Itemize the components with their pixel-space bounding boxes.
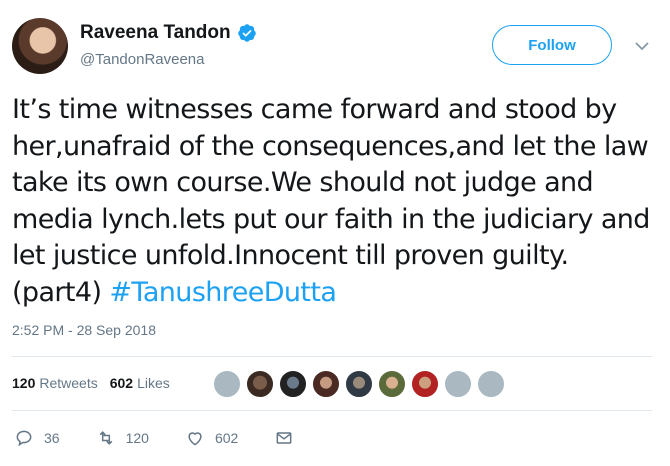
direct-message-button[interactable] — [274, 428, 304, 448]
verified-badge-icon — [237, 24, 256, 42]
user-name-row: Raveena Tandon — [80, 22, 257, 44]
avatar[interactable] — [12, 18, 68, 74]
liker-avatar[interactable] — [377, 369, 407, 399]
display-name[interactable]: Raveena Tandon — [80, 22, 231, 44]
tweet-actions: 36 120 602 — [14, 428, 340, 448]
tweet-stats: 120 Retweets 602 Likes — [12, 375, 182, 391]
like-button[interactable]: 602 — [185, 428, 238, 448]
chevron-down-icon[interactable] — [634, 38, 650, 54]
user-handle[interactable]: @TandonRaveena — [80, 51, 204, 68]
liker-avatar[interactable] — [344, 369, 374, 399]
likes-stat[interactable]: 602 Likes — [110, 375, 170, 391]
liker-avatar[interactable] — [443, 369, 473, 399]
retweet-icon — [99, 431, 112, 445]
tweet-text: It’s time witnesses came forward and sto… — [12, 92, 652, 311]
divider — [12, 356, 652, 357]
follow-button[interactable]: Follow — [492, 25, 612, 65]
liker-avatars — [212, 369, 509, 399]
retweets-stat[interactable]: 120 Retweets — [12, 375, 98, 391]
liker-avatar[interactable] — [212, 369, 242, 399]
reply-button[interactable]: 36 — [14, 428, 60, 448]
tweet-body: It’s time witnesses came forward and sto… — [12, 94, 650, 308]
likes-count: 602 — [109, 375, 134, 391]
retweets-count: 120 — [12, 375, 36, 391]
liker-avatar[interactable] — [278, 369, 308, 399]
divider — [12, 410, 652, 411]
message-icon — [276, 432, 292, 444]
tweet-timestamp[interactable]: 2:52 PM - 28 Sep 2018 — [12, 322, 156, 338]
retweets-label: Retweets — [39, 375, 98, 391]
retweet-count: 120 — [125, 430, 149, 446]
hashtag-link[interactable]: #TanushreeDutta — [109, 277, 337, 308]
liker-avatar[interactable] — [311, 369, 341, 399]
retweet-button[interactable]: 120 — [96, 428, 149, 448]
like-count: 602 — [214, 430, 239, 446]
likes-label: Likes — [137, 375, 170, 391]
liker-avatar[interactable] — [476, 369, 506, 399]
liker-avatar[interactable] — [245, 369, 275, 399]
heart-icon — [188, 432, 202, 446]
liker-avatar[interactable] — [410, 369, 440, 399]
reply-icon — [16, 430, 32, 447]
reply-count: 36 — [44, 430, 60, 446]
